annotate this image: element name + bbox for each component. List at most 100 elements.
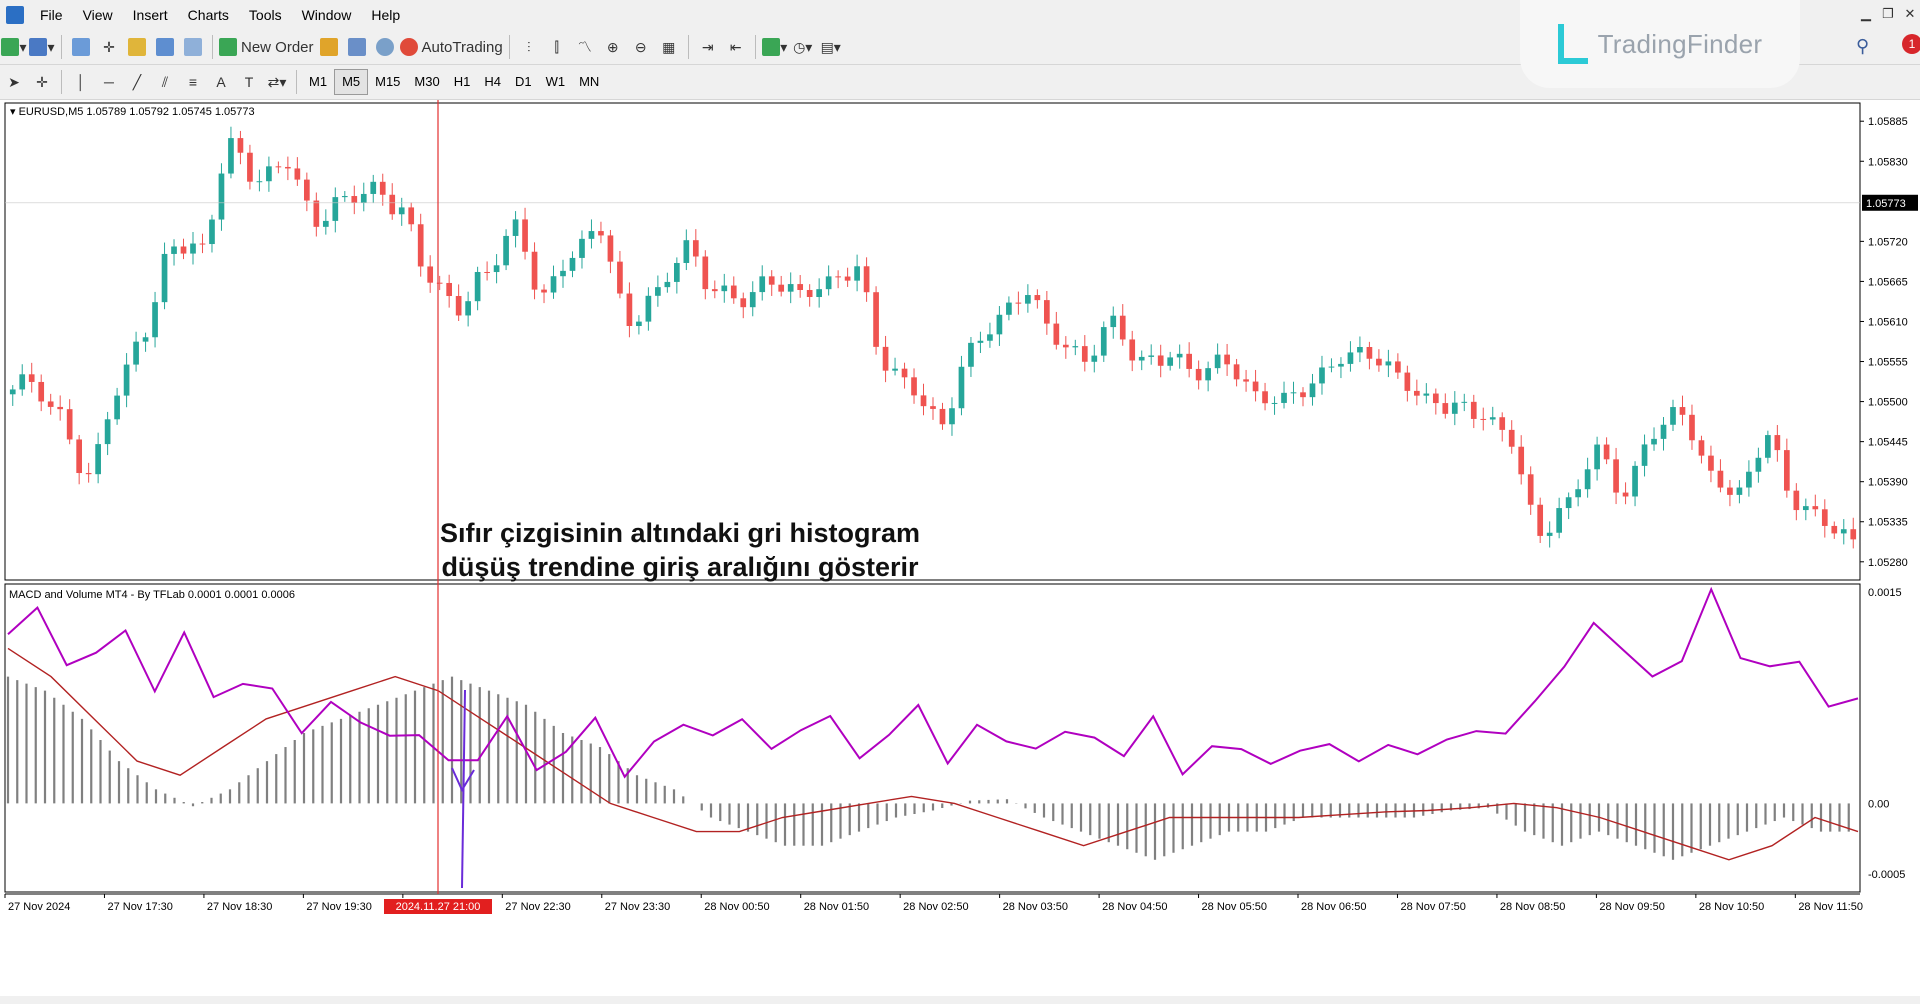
- time-label: 28 Nov 07:50: [1400, 901, 1465, 913]
- menu-window[interactable]: Window: [292, 0, 362, 30]
- menu-tools[interactable]: Tools: [239, 0, 292, 30]
- templates-button[interactable]: ▤▾: [818, 34, 844, 60]
- terminal-icon[interactable]: [152, 34, 178, 60]
- timeframe-m15[interactable]: M15: [368, 70, 407, 94]
- candle-body: [408, 207, 415, 225]
- line-chart-icon[interactable]: 〽: [572, 34, 598, 60]
- price-label: 1.05885: [1868, 116, 1908, 128]
- bar-chart-icon[interactable]: ⫶: [516, 34, 542, 60]
- autotrading-button[interactable]: AutoTrading: [399, 34, 503, 60]
- price-label: 1.05555: [1868, 357, 1908, 369]
- vertical-line-icon[interactable]: │: [68, 69, 94, 95]
- price-label: 1.05280: [1868, 557, 1908, 569]
- candle-body: [85, 473, 92, 475]
- timeframe-mn[interactable]: MN: [572, 70, 606, 94]
- candlestick-icon[interactable]: ⫿: [544, 34, 570, 60]
- candle-body: [1214, 354, 1221, 369]
- market-watch-icon[interactable]: [68, 34, 94, 60]
- candle-body: [1138, 356, 1145, 361]
- candle-body: [1717, 470, 1724, 488]
- chart-canvas[interactable]: 1.05885 1.05830 1.05773 1.05720 1.05665 1.056…: [0, 100, 1920, 996]
- market-icon[interactable]: [372, 34, 398, 60]
- candle-body: [218, 173, 225, 220]
- chart-shift-icon[interactable]: ⇥: [695, 34, 721, 60]
- candle-body: [1167, 357, 1174, 366]
- signals-icon[interactable]: [344, 34, 370, 60]
- candle-body: [787, 284, 794, 292]
- candle-body: [721, 285, 728, 292]
- menu-charts[interactable]: Charts: [178, 0, 239, 30]
- candle-body: [1451, 402, 1458, 414]
- timeframe-h1[interactable]: H1: [447, 70, 478, 94]
- candle-body: [256, 181, 263, 183]
- restore-icon[interactable]: ❐: [1880, 6, 1896, 22]
- indicator-frame: [4, 583, 1861, 893]
- new-order-button[interactable]: New Order: [219, 34, 314, 60]
- timeframe-m1[interactable]: M1: [302, 70, 334, 94]
- close-icon[interactable]: ✕: [1902, 6, 1918, 22]
- candle-body: [664, 281, 671, 288]
- candle-body: [683, 240, 690, 263]
- timeframe-d1[interactable]: D1: [508, 70, 539, 94]
- candle-body: [133, 341, 139, 365]
- candle-body: [930, 406, 936, 409]
- candle-body: [1603, 444, 1610, 460]
- indicators-button[interactable]: ▾: [762, 34, 788, 60]
- candle-body: [541, 289, 547, 293]
- notification-badge[interactable]: 1: [1902, 34, 1920, 54]
- tester-icon[interactable]: [180, 34, 206, 60]
- search-icon[interactable]: ⚲: [1856, 36, 1869, 57]
- separator: [61, 70, 62, 94]
- candle-body: [1480, 418, 1487, 420]
- tile-windows-icon[interactable]: ▦: [656, 34, 682, 60]
- zoom-in-icon[interactable]: ⊕: [600, 34, 626, 60]
- candle-body: [19, 374, 26, 390]
- candle-body: [28, 374, 35, 382]
- price-label: 1.05773: [1866, 198, 1906, 210]
- candle-body: [1129, 339, 1136, 361]
- timeframe-m5[interactable]: M5: [334, 69, 369, 95]
- time-label: 28 Nov 09:50: [1599, 901, 1664, 913]
- menu-help[interactable]: Help: [361, 0, 410, 30]
- candle-body: [911, 377, 917, 396]
- menu-insert[interactable]: Insert: [123, 0, 178, 30]
- indicator-scale-label: -0.0005: [1868, 869, 1905, 881]
- metaeditor-icon[interactable]: [316, 34, 342, 60]
- crosshair-icon[interactable]: ✛: [29, 69, 55, 95]
- channel-icon[interactable]: ⫽: [152, 69, 178, 95]
- chart-window[interactable]: 1.05885 1.05830 1.05773 1.05720 1.05665 1.056…: [0, 100, 1920, 1004]
- candle-body: [1044, 300, 1050, 324]
- new-chart-button[interactable]: ▾: [1, 34, 27, 60]
- cursor-icon[interactable]: ➤: [1, 69, 27, 95]
- autoscroll-icon[interactable]: ⇤: [723, 34, 749, 60]
- text-icon[interactable]: A: [208, 69, 234, 95]
- timeframe-m30[interactable]: M30: [407, 70, 446, 94]
- fibonacci-icon[interactable]: ≡: [180, 69, 206, 95]
- candle-body: [1660, 424, 1667, 439]
- candle-body: [1091, 355, 1098, 362]
- separator: [212, 35, 213, 59]
- zoom-out-icon[interactable]: ⊖: [628, 34, 654, 60]
- candle-body: [1376, 358, 1382, 366]
- menu-file[interactable]: File: [30, 0, 73, 30]
- time-label: 27 Nov 2024: [8, 901, 70, 913]
- trendline-icon[interactable]: ╱: [124, 69, 150, 95]
- arrows-button[interactable]: ⇄▾: [264, 69, 290, 95]
- minimize-icon[interactable]: ▁: [1858, 6, 1874, 22]
- navigator-icon[interactable]: [124, 34, 150, 60]
- profiles-button[interactable]: ▾: [29, 34, 55, 60]
- candle-body: [1281, 392, 1287, 403]
- horizontal-line-icon[interactable]: ─: [96, 69, 122, 95]
- candle-body: [740, 298, 747, 308]
- time-label: 28 Nov 00:50: [704, 901, 769, 913]
- text-label-icon[interactable]: T: [236, 69, 262, 95]
- candle-body: [294, 168, 301, 180]
- periods-button[interactable]: ◷▾: [790, 34, 816, 60]
- timeframe-w1[interactable]: W1: [539, 70, 573, 94]
- menu-view[interactable]: View: [73, 0, 123, 30]
- timeframe-h4[interactable]: H4: [477, 70, 508, 94]
- status-strip: [0, 996, 1920, 1004]
- data-window-icon[interactable]: ✛: [96, 34, 122, 60]
- candle-body: [1736, 487, 1743, 495]
- candle-body: [1072, 346, 1079, 348]
